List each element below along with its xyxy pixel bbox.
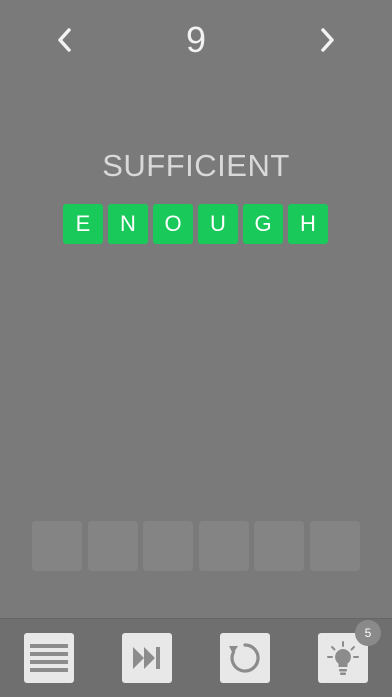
answer-tile: H — [288, 204, 328, 244]
chevron-right-icon — [321, 28, 334, 52]
bottom-toolbar — [0, 618, 392, 697]
letter-slot[interactable] — [198, 521, 249, 571]
letter-slot[interactable] — [143, 521, 193, 571]
next-level-button[interactable] — [309, 22, 345, 58]
hint-count-badge: 5 — [355, 620, 381, 646]
skip-button[interactable] — [122, 633, 172, 683]
menu-icon — [30, 644, 68, 672]
answer-row: E N O U G H — [63, 204, 328, 244]
lightbulb-icon — [327, 641, 359, 675]
restart-icon — [229, 643, 260, 673]
letter-slot[interactable] — [254, 521, 304, 571]
top-bar: 9 — [0, 0, 392, 80]
skip-forward-icon — [133, 647, 160, 669]
answer-tile: G — [243, 204, 283, 244]
restart-button[interactable] — [220, 633, 270, 683]
answer-tile: E — [63, 204, 103, 244]
letter-slot[interactable] — [32, 521, 82, 571]
letter-slot-row — [32, 521, 360, 571]
letter-slot[interactable] — [87, 521, 138, 571]
menu-button[interactable] — [24, 633, 74, 683]
clue-word: SUFFICIENT — [102, 148, 290, 183]
answer-tile: N — [108, 204, 148, 244]
letter-slot[interactable] — [309, 521, 360, 571]
answer-tile: U — [198, 204, 238, 244]
answer-tile: O — [153, 204, 193, 244]
